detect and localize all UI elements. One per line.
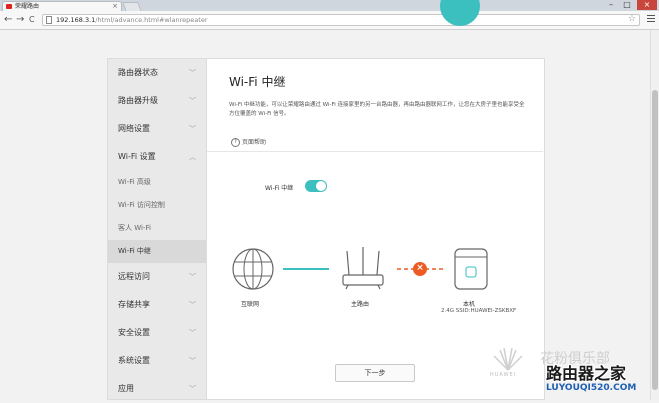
chevron-up-icon: ︿ (189, 153, 196, 161)
globe-icon (232, 248, 274, 290)
url-path: /html/advance.html#wlanrepeater (95, 16, 208, 24)
page-title: Wi-Fi 中继 (229, 75, 286, 89)
chevron-down-icon: ﹀ (189, 301, 196, 309)
reload-icon[interactable]: C (29, 14, 35, 26)
url-text: 192.168.3.1/html/advance.html#wlanrepeat… (56, 15, 208, 25)
node-label-local: 本机 (463, 301, 476, 308)
sidebar-item-router-status[interactable]: 路由器状态 ﹀ (108, 59, 206, 87)
site-domain: LUYOUQI520.COM (546, 383, 637, 393)
forward-icon[interactable]: → (16, 14, 24, 26)
sidebar-item-network-settings[interactable]: 网络设置 ﹀ (108, 115, 206, 143)
bookmark-star-icon[interactable]: ☆ (628, 14, 636, 24)
huawei-text: HUAWEI (490, 372, 517, 378)
favicon-icon (6, 4, 12, 9)
chevron-down-icon: ﹀ (189, 69, 196, 77)
huawei-logo-icon (493, 347, 523, 371)
sidebar-item-apps[interactable]: 应用 ﹀ (108, 375, 206, 403)
sidebar-item-label: 网络设置 (118, 124, 150, 133)
tab-title: 荣耀路由 (15, 3, 40, 10)
topology-diagram: × 互联网 主路由 本机 2.4G SSID:HUAWEI-ZSKBXF (207, 239, 543, 329)
help-label: 页面帮助 (242, 139, 267, 146)
help-icon: ? (231, 138, 240, 147)
sidebar-item-label: 路由器升级 (118, 96, 158, 105)
tab-close-icon[interactable]: × (112, 2, 118, 11)
page-icon (46, 16, 52, 24)
sidebar-item-label: 远程访问 (118, 272, 150, 281)
maximize-button[interactable]: □ (619, 0, 635, 10)
browser-tabbar: 荣耀路由 × – □ × (0, 0, 659, 12)
router-icon (342, 247, 384, 290)
repeater-toggle[interactable] (305, 180, 327, 192)
node-label-internet: 互联网 (241, 301, 260, 308)
site-watermark: 路由器之家 LUYOUQI520.COM (546, 360, 659, 400)
page-scrollbar[interactable] (650, 30, 659, 400)
repeater-toggle-label: Wi-Fi 中继 (265, 185, 294, 192)
topology-svg (232, 247, 488, 290)
chevron-down-icon: ﹀ (189, 97, 196, 105)
sidebar-subitem-wifi-advanced[interactable]: Wi-Fi 高级 (108, 171, 206, 194)
sidebar-subitem-wifi-repeater[interactable]: Wi-Fi 中继 (108, 240, 206, 263)
sidebar-item-label: 系统设置 (118, 356, 150, 365)
sidebar-item-security-settings[interactable]: 安全设置 ﹀ (108, 319, 206, 347)
sidebar-item-label: 应用 (118, 384, 134, 393)
chevron-down-icon: ﹀ (189, 329, 196, 337)
site-name: 路由器之家 (546, 364, 627, 383)
sidebar-item-label: 存储共享 (118, 300, 150, 309)
browser-tab[interactable]: 荣耀路由 × (2, 1, 122, 11)
sidebar-item-system-settings[interactable]: 系统设置 ﹀ (108, 347, 206, 375)
url-host: 192.168.3.1 (56, 16, 96, 24)
node-label-local-ssid: 2.4G SSID:HUAWEI-ZSKBXF (441, 308, 517, 314)
node-label-router: 主路由 (351, 301, 370, 308)
sidebar-item-remote-access[interactable]: 远程访问 ﹀ (108, 263, 206, 291)
sidebar-item-router-upgrade[interactable]: 路由器升级 ﹀ (108, 87, 206, 115)
page-description: Wi-Fi 中继功能，可以让荣耀路由通过 Wi-Fi 连接家里的另一台路由器，再… (229, 102, 525, 117)
scrollbar-thumb[interactable] (652, 90, 658, 390)
sidebar-subitem-wifi-access-control[interactable]: Wi-Fi 访问控制 (108, 194, 206, 217)
chevron-down-icon: ﹀ (189, 385, 196, 393)
huawei-watermark: HUAWEI (488, 344, 528, 384)
page-help-link[interactable]: ? 页面帮助 (231, 137, 266, 147)
minimize-button[interactable]: – (603, 0, 619, 10)
chevron-down-icon: ﹀ (189, 273, 196, 281)
sidebar-item-label: 路由器状态 (118, 68, 158, 77)
sidebar-item-label: Wi-Fi 设置 (118, 152, 156, 161)
url-input[interactable]: 192.168.3.1/html/advance.html#wlanrepeat… (42, 14, 640, 26)
toggle-knob (316, 181, 326, 191)
sidebar-item-storage-sharing[interactable]: 存储共享 ﹀ (108, 291, 206, 319)
sidebar-item-wifi-settings[interactable]: Wi-Fi 设置 ︿ (108, 143, 206, 171)
address-bar: ← → C 192.168.3.1/html/advance.html#wlan… (0, 11, 659, 30)
chevron-down-icon: ﹀ (189, 357, 196, 365)
local-router-icon (454, 248, 488, 290)
back-icon[interactable]: ← (4, 14, 12, 26)
browser-menu-icon[interactable] (647, 15, 655, 24)
divider (207, 151, 543, 152)
link-error-x: × (416, 263, 424, 273)
sidebar: 路由器状态 ﹀ 路由器升级 ﹀ 网络设置 ﹀ Wi-Fi 设置 ︿ Wi-Fi … (107, 58, 207, 400)
next-button[interactable]: 下一步 (335, 364, 415, 382)
sidebar-item-label: 安全设置 (118, 328, 150, 337)
window-close-button[interactable]: × (637, 0, 657, 10)
sidebar-subitem-guest-wifi[interactable]: 客人 Wi-Fi (108, 217, 206, 240)
chevron-down-icon: ﹀ (189, 125, 196, 133)
